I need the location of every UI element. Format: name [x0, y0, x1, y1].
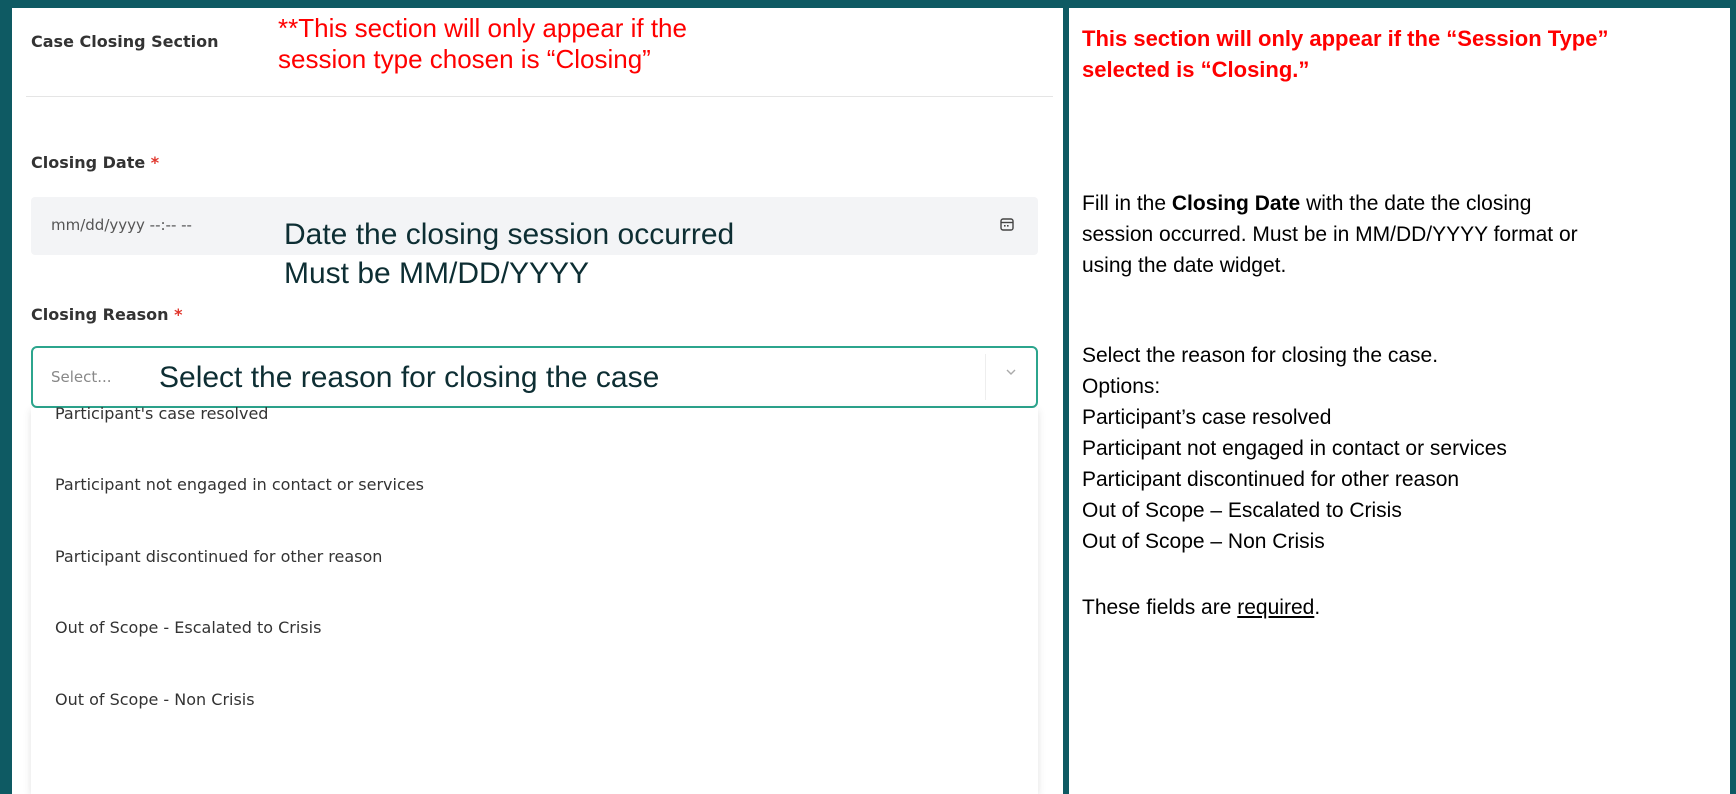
dropdown-toggle[interactable] [985, 354, 1036, 400]
closing-date-placeholder: mm/dd/yyyy --:-- -- [51, 216, 192, 234]
required-note: These fields are required. [1082, 596, 1321, 619]
instructions-panel: This section will only appear if the “Se… [1069, 8, 1730, 794]
closing-reason-select[interactable]: Select... Select the reason for closing … [31, 346, 1038, 408]
dropdown-option[interactable]: Out of Scope - Non Crisis [55, 690, 255, 709]
closing-reason-label: Closing Reason * [31, 305, 183, 324]
section-divider [26, 96, 1053, 97]
closing-date-instructions: Fill in the Closing Date with the date t… [1082, 192, 1578, 277]
option-list-item: Participant’s case resolved [1082, 406, 1332, 429]
dropdown-option[interactable]: Participant not engaged in contact or se… [55, 475, 424, 494]
option-list-item: Out of Scope – Escalated to Crisis [1082, 499, 1402, 522]
closing-date-label: Closing Date * [31, 153, 160, 172]
closing-reason-placeholder: Select... [51, 368, 112, 386]
frame-left-border [0, 0, 12, 794]
closing-reason-annotation: Select the reason for closing the case [159, 361, 660, 394]
option-list-item: Participant discontinued for other reaso… [1082, 468, 1460, 491]
chevron-down-icon [1006, 369, 1016, 375]
closing-reason-dropdown-menu: Participant's case resolved Participant … [31, 404, 1038, 794]
calendar-icon[interactable] [1000, 217, 1014, 231]
instructions-header: This section will only appear if the “Se… [1082, 26, 1609, 82]
dropdown-option[interactable]: Participant discontinued for other reaso… [55, 547, 382, 566]
section-title: Case Closing Section [31, 32, 219, 51]
closing-date-annotation: Date the closing session occurred Must b… [284, 218, 735, 290]
dropdown-option[interactable]: Out of Scope - Escalated to Crisis [55, 618, 321, 637]
closing-reason-instructions: Select the reason for closing the case. … [1082, 340, 1507, 557]
form-screenshot-panel: Case Closing Section **This section will… [12, 8, 1063, 794]
frame-right-border [1730, 0, 1736, 794]
section-annotation: **This section will only appear if the s… [278, 13, 687, 74]
required-marker: * [174, 305, 183, 324]
option-list-item: Participant not engaged in contact or se… [1082, 437, 1507, 460]
frame-top-border [0, 0, 1736, 8]
required-marker: * [150, 153, 160, 172]
option-list-item: Out of Scope – Non Crisis [1082, 530, 1325, 553]
dropdown-option[interactable]: Participant's case resolved [55, 404, 268, 423]
